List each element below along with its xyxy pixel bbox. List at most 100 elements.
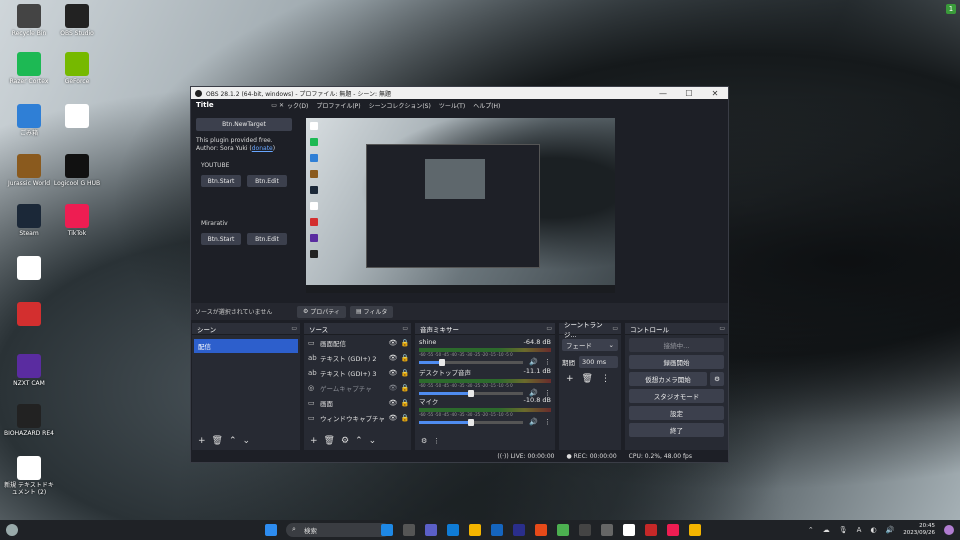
notification-icon[interactable] xyxy=(944,525,954,535)
studio-mode-button[interactable]: スタジオモード xyxy=(629,389,724,403)
taskbar-app-icon[interactable] xyxy=(535,524,547,536)
lock-icon[interactable]: 🔒 xyxy=(399,354,411,362)
chevron-up-icon[interactable]: ⌃ xyxy=(229,436,237,446)
youtube-start-button[interactable]: Btn.Start xyxy=(201,175,241,187)
volume-slider[interactable] xyxy=(419,389,524,397)
taskbar-app-icon[interactable] xyxy=(425,524,437,536)
mirarativ-edit-button[interactable]: Btn.Edit xyxy=(247,233,287,245)
volume-slider[interactable] xyxy=(419,358,524,366)
more-icon[interactable]: ⋮ xyxy=(433,437,440,445)
trash-icon[interactable]: 🗑 xyxy=(582,374,593,384)
desktop-icon[interactable] xyxy=(52,104,102,130)
scene-item[interactable]: 配信 xyxy=(194,339,298,353)
desktop-icon[interactable]: OBS Studio xyxy=(52,4,102,37)
properties-button[interactable]: ⚙ プロパティ xyxy=(297,305,346,318)
program-preview[interactable] xyxy=(306,118,615,293)
volume-slider[interactable] xyxy=(419,418,524,426)
menu-help[interactable]: ヘルプ(H) xyxy=(473,101,500,111)
donate-link[interactable]: donate xyxy=(252,145,273,152)
gear-icon[interactable]: ⚙ xyxy=(710,372,724,386)
desktop-icon[interactable] xyxy=(4,302,54,328)
add-icon[interactable]: + xyxy=(198,436,206,446)
add-icon[interactable]: + xyxy=(310,436,318,446)
eye-icon[interactable]: 👁 xyxy=(387,354,399,362)
eye-icon[interactable]: 👁 xyxy=(387,339,399,347)
obs-titlebar[interactable]: OBS 28.1.2 (64-bit, windows) - プロファイル: 無… xyxy=(191,87,728,99)
source-item[interactable]: ab テキスト (GDI+) 3 👁 🔒 xyxy=(304,365,411,380)
source-item[interactable]: ▭ 画面配信 👁 🔒 xyxy=(304,335,411,350)
minimize-icon[interactable]: — xyxy=(650,89,676,98)
windows-start-icon[interactable] xyxy=(265,524,277,536)
eye-icon[interactable]: 👁 xyxy=(387,384,399,392)
desktop-icon[interactable] xyxy=(4,256,54,282)
taskbar-app-icon[interactable] xyxy=(645,524,657,536)
taskbar-app-icon[interactable] xyxy=(403,524,415,536)
taskbar-app-icon[interactable] xyxy=(513,524,525,536)
chevron-down-icon[interactable]: ⌄ xyxy=(243,436,251,446)
menu-docks[interactable]: ック(D) xyxy=(287,101,308,111)
lock-icon[interactable]: 🔒 xyxy=(399,414,411,422)
desktop-icon[interactable]: GeForce xyxy=(52,52,102,85)
eye-icon[interactable]: 👁 xyxy=(387,414,399,422)
gear-icon[interactable]: ⚙ xyxy=(421,437,427,445)
dock-float-icon[interactable]: ▭ ✕ xyxy=(271,102,284,109)
chevron-up-icon[interactable]: ⌃ xyxy=(808,526,814,534)
trash-icon[interactable]: 🗑 xyxy=(212,436,223,446)
eye-icon[interactable]: 👁 xyxy=(387,399,399,407)
desktop-icon[interactable]: Razer Cortex xyxy=(4,52,54,85)
desktop-icon[interactable]: Logicool G HUB xyxy=(52,154,102,187)
filters-button[interactable]: ▤ フィルタ xyxy=(349,305,394,318)
taskbar-app-icon[interactable] xyxy=(579,524,591,536)
chevron-up-icon[interactable]: ⌃ xyxy=(355,436,363,446)
lock-icon[interactable]: 🔒 xyxy=(399,369,411,377)
more-icon[interactable]: ⋮ xyxy=(601,374,610,384)
menu-profile[interactable]: プロファイル(P) xyxy=(316,101,360,111)
dock-float-icon[interactable]: ▭ xyxy=(612,325,618,332)
taskbar-app-icon[interactable] xyxy=(557,524,569,536)
desktop-icon[interactable]: Recycle Bin xyxy=(4,4,54,37)
desktop-icon[interactable]: Jurassic World xyxy=(4,154,54,187)
desktop-icon[interactable]: ごみ箱 xyxy=(4,104,54,137)
gear-icon[interactable]: ⚙ xyxy=(341,436,349,446)
dock-float-icon[interactable]: ▭ xyxy=(402,325,408,332)
youtube-edit-button[interactable]: Btn.Edit xyxy=(247,175,287,187)
taskbar-app-icon[interactable] xyxy=(381,524,393,536)
taskbar-app-icon[interactable] xyxy=(601,524,613,536)
network-icon[interactable]: ◐ xyxy=(870,526,876,534)
clock[interactable]: 20:45 2023/09/26 xyxy=(903,523,935,537)
speaker-icon[interactable]: 🔊 xyxy=(529,418,538,426)
taskbar-search[interactable]: ⌕ 検索 xyxy=(286,523,390,537)
source-item[interactable]: ab テキスト (GDI+) 2 👁 🔒 xyxy=(304,350,411,365)
desktop-icon[interactable]: NZXT CAM xyxy=(4,354,54,387)
desktop-icon[interactable]: BIOHAZARD RE4 xyxy=(4,404,54,437)
source-item[interactable]: ◎ ゲームキャプチャ 👁 🔒 xyxy=(304,380,411,395)
desktop-icon[interactable]: 新規 テキストドキュメント (2) xyxy=(4,456,54,496)
menu-scene-collection[interactable]: シーンコレクション(S) xyxy=(369,101,431,111)
duration-input[interactable]: 300 ms xyxy=(579,356,618,368)
lock-icon[interactable]: 🔒 xyxy=(399,384,411,392)
new-target-button[interactable]: Btn.NewTarget xyxy=(196,118,292,131)
dock-float-icon[interactable]: ▭ xyxy=(291,325,297,332)
dock-float-icon[interactable]: ▭ xyxy=(719,325,725,332)
desktop-icon[interactable]: Steam xyxy=(4,204,54,237)
speaker-icon[interactable]: 🔊 xyxy=(529,358,538,366)
mirarativ-start-button[interactable]: Btn.Start xyxy=(201,233,241,245)
mic-icon[interactable]: 🎙 xyxy=(839,526,848,534)
source-item[interactable]: ▭ ウィンドウキャプチャ 2 👁 🔒 xyxy=(304,410,411,425)
ime-icon[interactable]: A xyxy=(857,526,862,534)
settings-button[interactable]: 設定 xyxy=(629,406,724,420)
virtual-camera-button[interactable]: 仮想カメラ開始 xyxy=(629,372,707,386)
add-icon[interactable]: + xyxy=(566,374,574,384)
source-item[interactable]: ▭ 画面 👁 🔒 xyxy=(304,395,411,410)
more-icon[interactable]: ⋮ xyxy=(544,358,551,366)
menu-tools[interactable]: ツール(T) xyxy=(439,101,465,111)
taskbar-app-icon[interactable] xyxy=(667,524,679,536)
more-icon[interactable]: ⋮ xyxy=(544,418,551,426)
desktop-icon[interactable]: TikTok xyxy=(52,204,102,237)
lock-icon[interactable]: 🔒 xyxy=(399,339,411,347)
close-icon[interactable]: ✕ xyxy=(702,89,728,98)
lock-icon[interactable]: 🔒 xyxy=(399,399,411,407)
taskbar-app-icon[interactable] xyxy=(623,524,635,536)
trash-icon[interactable]: 🗑 xyxy=(324,436,335,446)
taskbar-app-icon[interactable] xyxy=(491,524,503,536)
